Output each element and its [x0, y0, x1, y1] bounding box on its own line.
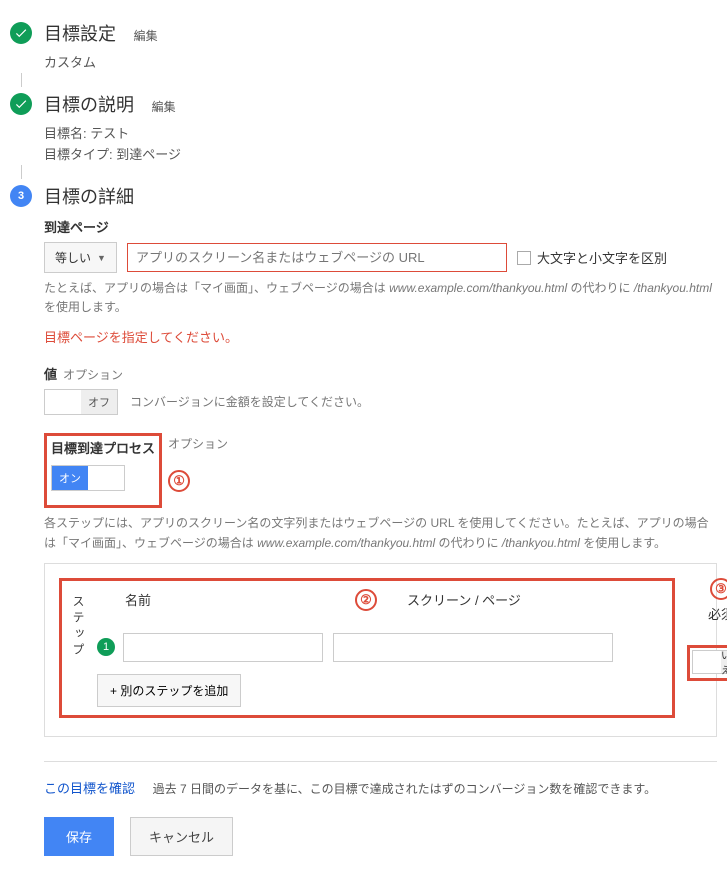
funnel-optional: オプション — [168, 437, 228, 451]
annotation-1: ① — [168, 470, 190, 492]
col-required-label: 必須 — [708, 604, 727, 623]
step1-edit-link[interactable]: 編集 — [134, 29, 158, 43]
step1-subtitle: カスタム — [44, 52, 717, 71]
step3-title: 目標の詳細 — [44, 187, 134, 207]
toggle-no-label: いいえ — [721, 651, 727, 673]
add-step-button[interactable]: + 別のステップを追加 — [97, 674, 241, 707]
toggle-on-half — [45, 390, 81, 414]
toggle-on-label: オン — [52, 466, 88, 490]
cancel-button[interactable]: キャンセル — [130, 817, 233, 856]
funnel-step-1-badge: 1 — [97, 638, 115, 656]
step3-num-icon: 3 — [10, 185, 32, 207]
value-hint: コンバージョンに金額を設定してください。 — [130, 393, 369, 412]
step1-done-icon — [10, 22, 32, 44]
toggle-off-half — [88, 466, 124, 490]
step2-done-icon — [10, 93, 32, 115]
destination-error: 目標ページを指定してください。 — [44, 327, 717, 346]
step2-goal-name: 目標名: テスト — [44, 123, 717, 142]
value-toggle[interactable]: オフ — [44, 389, 118, 415]
required-toggle[interactable]: いいえ — [692, 650, 727, 674]
match-type-dropdown[interactable]: 等しい ▼ — [44, 242, 117, 273]
funnel-hint: 各ステップには、アプリのスクリーン名の文字列またはウェブページの URL を使用… — [44, 514, 717, 552]
col-name-label: 名前 — [125, 590, 325, 609]
toggle-yes-half — [693, 651, 721, 673]
annotation-box-2: ステップ 名前 ② スクリーン / ページ 1 — [59, 578, 675, 718]
step2-title: 目標の説明 — [44, 95, 134, 115]
funnel-label: 目標到達プロセス — [51, 438, 155, 457]
save-button[interactable]: 保存 — [44, 817, 114, 856]
case-sensitive-checkbox[interactable]: 大文字と小文字を区別 — [517, 248, 667, 267]
col-step-label: ステップ — [70, 589, 87, 659]
destination-url-input[interactable] — [127, 243, 507, 272]
caret-down-icon: ▼ — [97, 253, 106, 263]
step1-title: 目標設定 — [44, 24, 116, 44]
funnel-step-name-input[interactable] — [123, 633, 323, 662]
funnel-step-screen-input[interactable] — [333, 633, 613, 662]
funnel-toggle[interactable]: オン — [51, 465, 125, 491]
step2-edit-link[interactable]: 編集 — [152, 100, 176, 114]
toggle-off-label: オフ — [81, 390, 117, 414]
separator — [44, 761, 717, 762]
checkbox-icon — [517, 251, 531, 265]
annotation-3: ③ — [710, 578, 727, 600]
annotation-2: ② — [355, 589, 377, 611]
value-label: 値オプション — [44, 364, 717, 383]
annotation-box-1: 目標到達プロセス オン — [44, 433, 162, 508]
verify-goal-link[interactable]: この目標を確認 — [44, 781, 135, 796]
connector — [21, 73, 22, 87]
connector — [21, 165, 22, 179]
case-sensitive-label: 大文字と小文字を区別 — [537, 248, 667, 267]
annotation-box-3: いいえ — [687, 645, 727, 681]
verify-desc: 過去 7 日間のデータを基に、この目標で達成されたはずのコンバージョン数を確認で… — [153, 782, 657, 796]
destination-label: 到達ページ — [44, 217, 717, 236]
col-screen-label: スクリーン / ページ — [407, 590, 521, 609]
funnel-steps-panel: ステップ 名前 ② スクリーン / ページ 1 — [44, 563, 717, 737]
step2-goal-type: 目標タイプ: 到達ページ — [44, 144, 717, 163]
match-type-value: 等しい — [55, 249, 91, 266]
destination-hint: たとえば、アプリの場合は「マイ画面」、ウェブページの場合は www.exampl… — [44, 279, 717, 317]
